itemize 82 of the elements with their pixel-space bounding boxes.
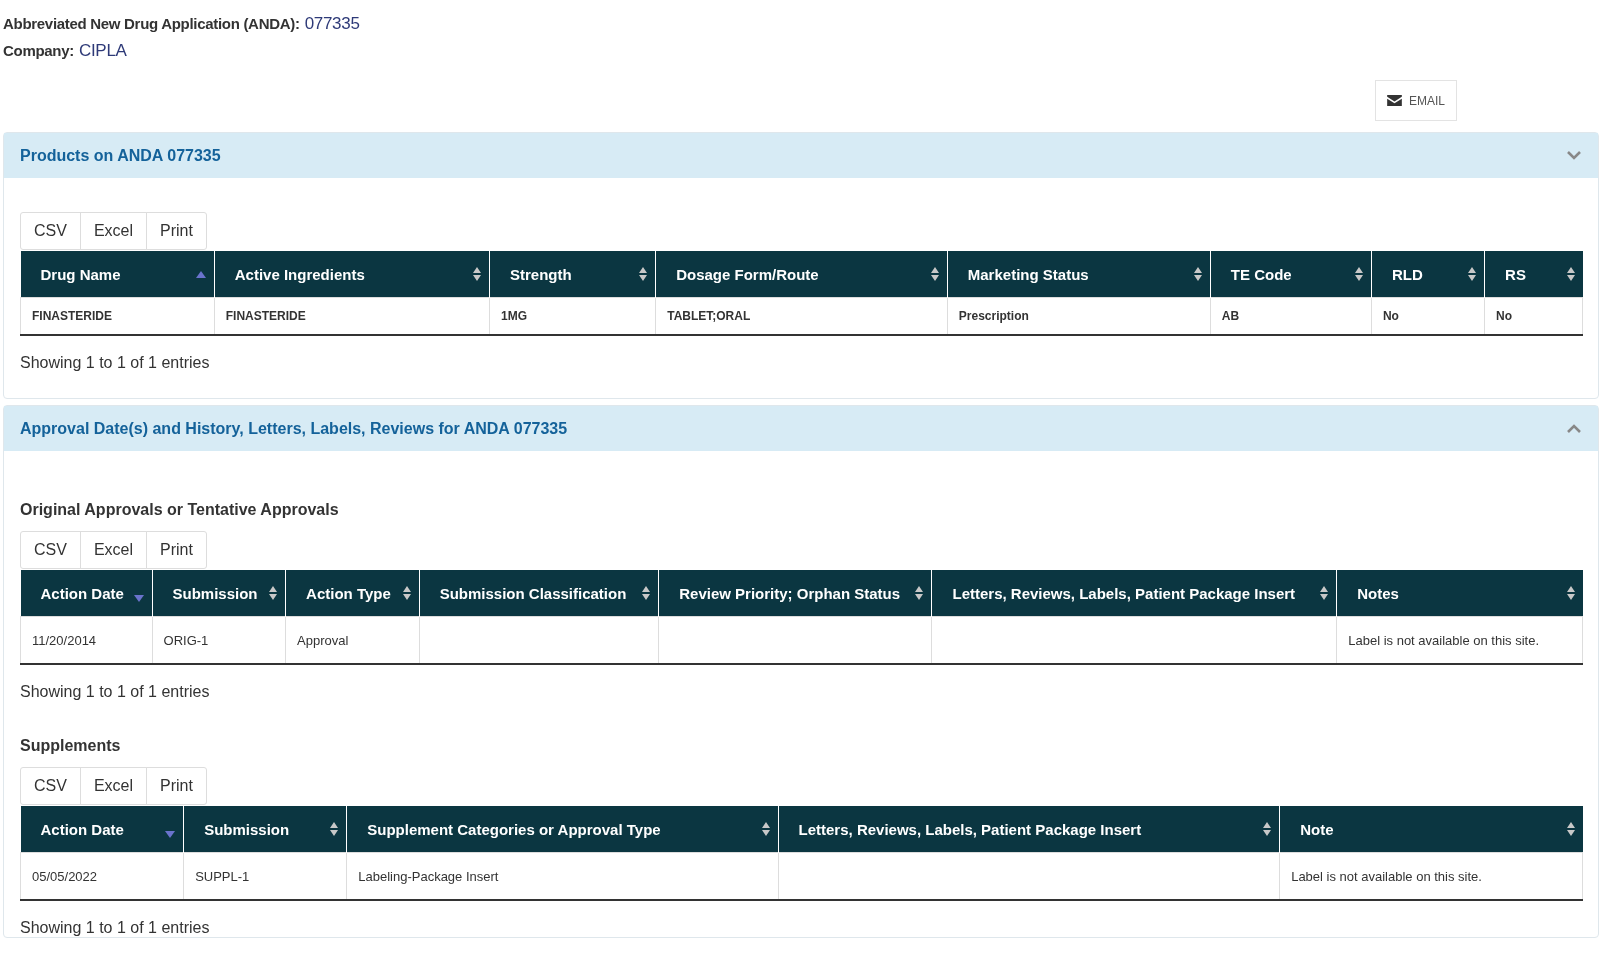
column-label: Submission [204, 820, 290, 838]
column-header[interactable]: Submission Classification [419, 570, 659, 617]
table-cell: FINASTERIDE [214, 297, 490, 335]
table-cell: Labeling-Package Insert [346, 852, 779, 900]
column-label: Submission [172, 584, 258, 602]
column-label: Letters, Reviews, Labels, Patient Package Insert [952, 584, 1296, 602]
column-label: Marketing Status [967, 265, 1089, 283]
column-label: Action Date [40, 584, 124, 602]
entries-info: Showing 1 to 1 of 1 entries [20, 353, 211, 372]
column-header[interactable]: Letters, Reviews, Labels, Patient Package Insert [778, 806, 1280, 853]
column-header[interactable]: RLD [1371, 251, 1485, 298]
panel-title: Products on ANDA 077335 [20, 146, 221, 165]
column-header[interactable]: Submission [152, 570, 286, 617]
chevron-down-icon[interactable] [1567, 151, 1581, 160]
table-cell: No [1371, 297, 1485, 335]
column-label: Strength [510, 265, 572, 283]
column-header[interactable]: Active Ingredients [214, 251, 490, 298]
table-cell: Label is not available on this site. [1279, 852, 1583, 900]
column-header[interactable]: Drug Name [20, 251, 215, 298]
table-cell: FINASTERIDE [20, 297, 215, 335]
column-label: Letters, Reviews, Labels, Patient Package Insert [798, 820, 1142, 838]
column-header[interactable]: Dosage Form/Route [655, 251, 948, 298]
column-label: Drug Name [40, 265, 121, 283]
table-cell: AB [1210, 297, 1372, 335]
application-number: 077335 [304, 14, 360, 33]
export-button[interactable]: CSV [20, 767, 81, 805]
table-cell: Approval [285, 616, 420, 664]
section-heading: Original Approvals or Tentative Approvals [20, 501, 340, 519]
export-button[interactable]: CSV [20, 212, 81, 250]
export-button[interactable]: Excel [79, 212, 148, 250]
column-label: Review Priority; Orphan Status [679, 584, 901, 602]
column-label: Active Ingredients [234, 265, 365, 283]
entries-info: Showing 1 to 1 of 1 entries [20, 918, 211, 937]
export-button[interactable]: Print [146, 531, 207, 569]
envelope-icon [1387, 95, 1402, 106]
column-header[interactable]: Note [1279, 806, 1583, 853]
table-cell: ORIG-1 [152, 616, 286, 664]
section-heading: Supplements [20, 737, 122, 755]
table-cell: 11/20/2014 [20, 616, 152, 664]
column-header[interactable]: Review Priority; Orphan Status [658, 570, 932, 617]
export-button[interactable]: Print [146, 212, 207, 250]
column-header[interactable]: Action Date [20, 806, 184, 853]
column-label: Supplement Categories or Approval Type [367, 820, 661, 838]
column-header[interactable]: Action Type [285, 570, 420, 617]
export-button[interactable]: Print [146, 767, 207, 805]
column-label: RS [1505, 265, 1526, 283]
column-label: Note [1300, 820, 1334, 838]
column-label: Submission Classification [439, 584, 627, 602]
column-label: RLD [1391, 265, 1423, 283]
table-cell: TABLET;ORAL [655, 297, 948, 335]
column-header[interactable]: TE Code [1210, 251, 1372, 298]
table-cell: Prescription [947, 297, 1211, 335]
column-label: Notes [1357, 584, 1399, 602]
column-header[interactable]: RS [1484, 251, 1583, 298]
panel-header[interactable]: Products on ANDA 077335 [4, 133, 1598, 178]
application-label: Abbreviated New Drug Application (ANDA): [3, 15, 300, 32]
column-header[interactable]: Submission [183, 806, 347, 853]
column-header[interactable]: Strength [489, 251, 656, 298]
panel-title: Approval Date(s) and History, Letters, Labels, Reviews for ANDA 077335 [20, 419, 568, 438]
entries-info: Showing 1 to 1 of 1 entries [20, 682, 211, 701]
company-name: CIPLA [78, 41, 127, 60]
export-button[interactable]: Excel [79, 531, 148, 569]
column-label: Action Date [40, 820, 124, 838]
column-label: Action Type [306, 584, 391, 602]
column-header[interactable]: Action Date [20, 570, 152, 617]
column-header[interactable]: Marketing Status [947, 251, 1211, 298]
column-label: Dosage Form/Route [676, 265, 819, 283]
column-header[interactable]: Letters, Reviews, Labels, Patient Package Insert [931, 570, 1337, 617]
table-cell: No [1484, 297, 1583, 335]
export-button[interactable]: Excel [79, 767, 148, 805]
column-label: TE Code [1230, 265, 1292, 283]
export-button[interactable]: CSV [20, 531, 81, 569]
column-header[interactable]: Supplement Categories or Approval Type [346, 806, 779, 853]
column-header[interactable]: Notes [1336, 570, 1583, 617]
table-cell: 1MG [489, 297, 656, 335]
email-button[interactable]: EMAIL [1375, 80, 1457, 121]
table-cell: Label is not available on this site. [1336, 616, 1583, 664]
panel-header[interactable]: Approval Date(s) and History, Letters, Labels, Reviews for ANDA 077335 [4, 406, 1598, 451]
table-cell: SUPPL-1 [183, 852, 347, 900]
chevron-up-icon[interactable] [1567, 424, 1581, 433]
company-label: Company: [3, 42, 74, 59]
table-cell: 05/05/2022 [20, 852, 184, 900]
